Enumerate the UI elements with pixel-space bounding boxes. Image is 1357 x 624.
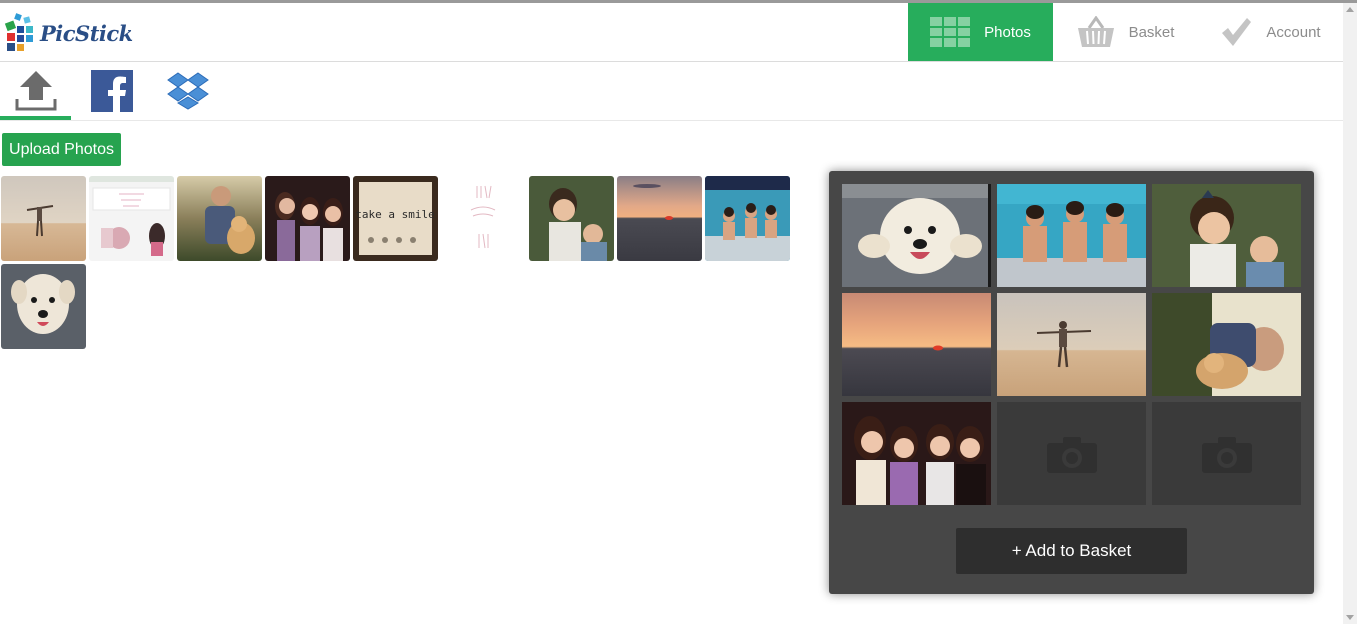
main-nav: Photos Basket Account: [908, 3, 1343, 61]
selected-slot-white-dog[interactable]: [842, 184, 991, 287]
selected-slot-beach-figure[interactable]: [997, 293, 1146, 396]
nav-account[interactable]: Account: [1198, 3, 1343, 61]
selected-slot-children[interactable]: [1152, 184, 1301, 287]
logo[interactable]: PicStick: [4, 11, 133, 55]
upload-icon: [15, 71, 56, 111]
add-to-basket-button[interactable]: + Add to Basket: [956, 528, 1187, 574]
tab-facebook[interactable]: [88, 62, 136, 120]
gallery-photo-pool-girls[interactable]: [705, 176, 790, 261]
logo-mark-icon: [4, 13, 33, 51]
empty-slot[interactable]: [997, 402, 1146, 505]
nav-photos[interactable]: Photos: [908, 3, 1053, 61]
nav-basket-label: Basket: [1128, 23, 1175, 41]
nav-account-label: Account: [1266, 23, 1321, 41]
selected-slot-sunset[interactable]: [842, 293, 991, 396]
checkmark-icon: [1220, 17, 1252, 47]
basket-icon: [1077, 16, 1115, 48]
scroll-up-arrow-icon[interactable]: [1346, 7, 1354, 12]
tab-upload[interactable]: [0, 62, 71, 120]
vertical-scrollbar[interactable]: [1343, 3, 1357, 624]
tab-dropbox[interactable]: [164, 62, 212, 120]
source-tabs: [0, 62, 1343, 121]
selected-slot-four-girls[interactable]: [842, 402, 991, 505]
gallery-photo-man-with-dog[interactable]: [177, 176, 262, 261]
empty-slot[interactable]: [1152, 402, 1301, 505]
gallery-photo-faded-text[interactable]: [441, 176, 526, 261]
gallery-photo-sunset[interactable]: [617, 176, 702, 261]
photo-selection-panel: + Add to Basket: [829, 171, 1314, 594]
selected-slot-man-with-dog[interactable]: [1152, 293, 1301, 396]
header: PicStick Photos Basket Account: [0, 3, 1343, 62]
facebook-icon: [91, 70, 133, 112]
logo-text: PicStick: [40, 20, 133, 46]
selected-slot-pool-girls[interactable]: [997, 184, 1146, 287]
take-a-smile-text: take a smile: [355, 208, 434, 221]
grid-icon: [930, 17, 971, 47]
nav-photos-label: Photos: [984, 23, 1031, 41]
gallery-photo-screenshot-collage[interactable]: [89, 176, 174, 261]
camera-placeholder-icon: [1046, 436, 1097, 473]
gallery-photo-take-a-smile[interactable]: take a smile: [353, 176, 438, 261]
dropbox-icon: [167, 72, 209, 110]
camera-placeholder-icon: [1201, 436, 1252, 473]
scroll-down-arrow-icon[interactable]: [1346, 615, 1354, 620]
upload-photos-button[interactable]: Upload Photos: [2, 133, 121, 166]
nav-basket[interactable]: Basket: [1053, 3, 1198, 61]
gallery-photo-three-girls[interactable]: [265, 176, 350, 261]
gallery-photo-beach-figure[interactable]: [1, 176, 86, 261]
gallery-photo-white-dog[interactable]: [1, 264, 86, 349]
gallery-photo-children[interactable]: [529, 176, 614, 261]
